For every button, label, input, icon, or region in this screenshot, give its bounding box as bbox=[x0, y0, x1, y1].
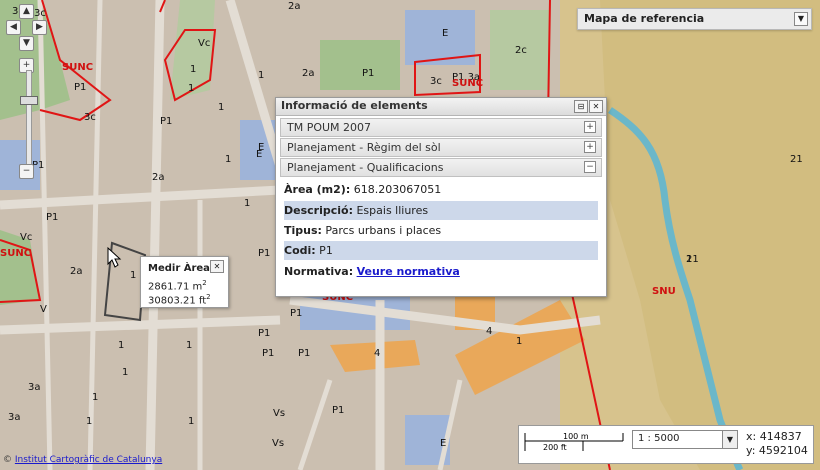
zone-label: Vc bbox=[198, 38, 210, 49]
zone-label-sunc: SUNC bbox=[62, 62, 93, 73]
coord-x: x: 414837 bbox=[746, 430, 802, 443]
zone-label: 1 bbox=[188, 416, 194, 427]
close-icon[interactable]: ✕ bbox=[589, 100, 603, 113]
info-window-header[interactable]: Informació de elements ⊟ ✕ bbox=[276, 98, 606, 116]
zone-label: P1 bbox=[332, 405, 344, 416]
zone-label: P1 bbox=[258, 248, 270, 259]
chevron-down-icon[interactable]: ▼ bbox=[794, 12, 808, 26]
zone-label: Vc bbox=[20, 232, 32, 243]
zone-label: 4 bbox=[374, 348, 380, 359]
zone-label: 3a bbox=[8, 412, 21, 423]
scale-select-value: 1 : 5000 bbox=[638, 433, 680, 444]
zone-label: Vs bbox=[273, 408, 285, 419]
zone-label: 1 bbox=[516, 336, 522, 347]
zone-label: V bbox=[40, 304, 47, 315]
zoom-out-button[interactable]: − bbox=[19, 164, 34, 179]
section-tm-poum[interactable]: TM POUM 2007 + bbox=[280, 118, 602, 137]
zoom-slider-track[interactable] bbox=[26, 70, 32, 172]
normativa-link[interactable]: Veure normativa bbox=[357, 265, 460, 278]
collapse-icon[interactable]: − bbox=[584, 161, 596, 173]
zone-label: P1 bbox=[46, 212, 58, 223]
section-regim-sol[interactable]: Planejament - Règim del sòl + bbox=[280, 138, 602, 157]
field-descripcio: Descripció: Espais lliures bbox=[284, 201, 598, 220]
zone-label: 1 bbox=[225, 154, 231, 165]
zone-label: 1 bbox=[186, 340, 192, 351]
field-codi: Codi: P1 bbox=[284, 241, 598, 260]
zone-label: 2a bbox=[70, 266, 83, 277]
coordinate-readout: x: 414837 y: 4592104 bbox=[746, 430, 808, 458]
measure-area-popup: Medir Àrea ✕ 2861.71 m2 30803.21 ft2 bbox=[140, 256, 229, 308]
scale-imperial-label: 200 ft bbox=[543, 443, 567, 452]
zone-label: 1 bbox=[244, 198, 250, 209]
reference-map-title: Mapa de referencia bbox=[584, 12, 705, 25]
attribution-link[interactable]: Institut Cartogràfic de Catalunya bbox=[15, 455, 162, 465]
field-normativa: Normativa: Veure normativa bbox=[284, 265, 460, 278]
zone-label: 21 bbox=[686, 254, 699, 265]
zone-label: P1 bbox=[258, 328, 270, 339]
zone-label: 2a bbox=[302, 68, 315, 79]
zone-label: 1 bbox=[190, 64, 196, 75]
zone-label: 1 bbox=[122, 367, 128, 378]
zone-label: 21 bbox=[790, 154, 803, 165]
zoom-slider-thumb[interactable] bbox=[20, 96, 38, 105]
measure-title: Medir Àrea bbox=[148, 263, 210, 274]
zone-label: 4 bbox=[486, 326, 492, 337]
zone-label: 3c bbox=[430, 76, 442, 87]
zone-label: 1 bbox=[118, 340, 124, 351]
info-window-title: Informació de elements bbox=[281, 99, 428, 112]
attribution: © Institut Cartogràfic de Catalunya bbox=[3, 455, 163, 465]
zone-label-sunc: SUNC bbox=[452, 78, 483, 89]
zone-label: 3c bbox=[84, 112, 96, 123]
close-icon[interactable]: ✕ bbox=[210, 260, 224, 273]
zone-label: 2a bbox=[288, 1, 301, 12]
section-label: Planejament - Qualificacions bbox=[287, 161, 444, 174]
zone-label: P1 bbox=[160, 116, 172, 127]
section-label: Planejament - Règim del sòl bbox=[287, 141, 441, 154]
measure-value-m2: 2861.71 m2 bbox=[148, 279, 207, 293]
pan-zoom-control: ▲ ◀ ▶ ▼ + − bbox=[6, 0, 47, 190]
zone-label: P1 bbox=[74, 82, 86, 93]
section-label: TM POUM 2007 bbox=[287, 121, 372, 134]
field-area: Àrea (m2): 618.203067051 bbox=[284, 183, 442, 196]
zone-label: 1 bbox=[258, 70, 264, 81]
zone-label: 1 bbox=[218, 102, 224, 113]
zone-label: 1 bbox=[86, 416, 92, 427]
measure-value-ft2: 30803.21 ft2 bbox=[148, 293, 211, 307]
scale-metric-label: 100 m bbox=[563, 432, 589, 441]
zone-label: 1 bbox=[188, 83, 194, 94]
zone-label: 1 bbox=[92, 392, 98, 403]
zone-label: P1 bbox=[290, 308, 302, 319]
expand-icon[interactable]: + bbox=[584, 141, 596, 153]
zone-label-sunc: SUNC bbox=[0, 248, 31, 259]
pin-icon[interactable]: ⊟ bbox=[574, 100, 588, 113]
zone-label: E bbox=[440, 438, 446, 449]
feature-info-window: Informació de elements ⊟ ✕ TM POUM 2007 … bbox=[275, 97, 607, 297]
zone-label: P1 bbox=[362, 68, 374, 79]
zone-label: 1 bbox=[130, 270, 136, 281]
chevron-down-icon[interactable]: ▼ bbox=[722, 431, 737, 448]
coord-y: y: 4592104 bbox=[746, 444, 808, 457]
zone-label: 2a bbox=[152, 172, 165, 183]
zone-label-snu: SNU bbox=[652, 286, 676, 297]
pan-right-icon[interactable]: ▶ bbox=[32, 20, 47, 35]
zone-label: P1 bbox=[262, 348, 274, 359]
scale-bar: 100 m 200 ft bbox=[524, 432, 624, 452]
zone-label: E bbox=[442, 28, 448, 39]
zone-label: Vs bbox=[272, 438, 284, 449]
field-tipus: Tipus: Parcs urbans i places bbox=[284, 224, 442, 237]
zone-label: 2c bbox=[515, 45, 527, 56]
expand-icon[interactable]: + bbox=[584, 121, 596, 133]
section-qualificacions[interactable]: Planejament - Qualificacions − bbox=[280, 158, 602, 177]
pan-down-icon[interactable]: ▼ bbox=[19, 36, 34, 51]
zone-label: E bbox=[258, 142, 264, 153]
reference-map-panel[interactable]: Mapa de referencia ▼ bbox=[577, 8, 812, 30]
pan-left-icon[interactable]: ◀ bbox=[6, 20, 21, 35]
scale-select[interactable]: 1 : 5000 ▼ bbox=[632, 430, 738, 449]
pan-up-icon[interactable]: ▲ bbox=[19, 4, 34, 19]
zone-label: P1 bbox=[298, 348, 310, 359]
zone-label: 3a bbox=[28, 382, 41, 393]
